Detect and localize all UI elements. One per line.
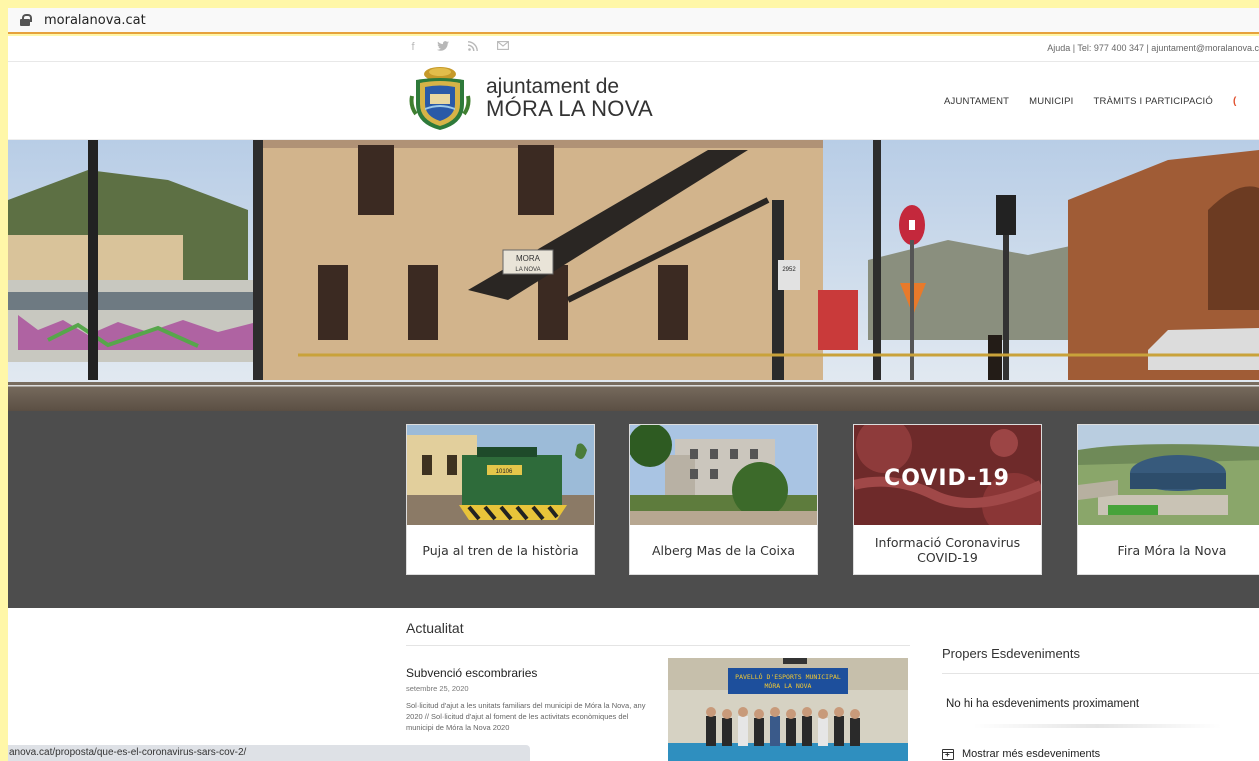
- hero-sign-line-1: MORA: [516, 254, 541, 263]
- events-divider: [972, 724, 1222, 728]
- featured-card-alberg[interactable]: Alberg Mas de la Coixa: [629, 424, 818, 575]
- featured-card-covid[interactable]: COVID-19 Informació Coronavirus COVID-19: [853, 424, 1042, 575]
- site-brand[interactable]: ajuntament de MÓRA LA NOVA: [486, 76, 653, 120]
- nav-municipi[interactable]: MUNICIPI: [1029, 96, 1073, 107]
- browser-address-bar[interactable]: moralanova.cat: [8, 8, 1259, 34]
- featured-section: 10106 Puja al tren de la història Alberg…: [8, 411, 1259, 608]
- lock-icon: [20, 14, 32, 26]
- card-title-train: Puja al tren de la història: [422, 542, 579, 558]
- alberg-thumbnail: [630, 425, 817, 525]
- featured-card-fira[interactable]: Fira Móra la Nova: [1077, 424, 1259, 575]
- hero-banner: MORA LA NOVA 2952: [8, 140, 1259, 411]
- hero-post-number: 2952: [782, 267, 796, 273]
- top-bar: f Ajuda | Tel: 977 400 347 | ajuntament@…: [8, 36, 1259, 62]
- website: f Ajuda | Tel: 977 400 347 | ajuntament@…: [8, 36, 1259, 761]
- post-image[interactable]: PAVELLÓ D'ESPORTS MUNICIPAL MÓRA LA NOVA: [668, 658, 908, 761]
- hero-sign-line-2: LA NOVA: [515, 267, 540, 273]
- nav-tramits[interactable]: TRÀMITS I PARTICIPACIÓ: [1094, 96, 1213, 107]
- brand-line-2: MÓRA LA NOVA: [486, 96, 654, 121]
- rss-icon[interactable]: [466, 41, 480, 54]
- post-title[interactable]: Subvenció escombraries: [406, 666, 537, 680]
- no-events-text: No hi ha esdeveniments proximament: [946, 698, 1140, 710]
- social-links: f: [406, 41, 510, 54]
- facebook-icon[interactable]: f: [406, 41, 420, 54]
- nav-more[interactable]: (: [1233, 96, 1237, 107]
- loco-number: 10106: [496, 469, 513, 475]
- more-events-label: Mostrar més esdeveniments: [962, 748, 1101, 760]
- main-nav: AJUNTAMENT MUNICIPI TRÀMITS I PARTICIPAC…: [944, 96, 1257, 107]
- card-title-covid: Informació Coronavirus COVID-19: [874, 535, 1021, 565]
- site-header: ajuntament de MÓRA LA NOVA AJUNTAMENT MU…: [8, 62, 1259, 140]
- more-events-link[interactable]: Mostrar més esdeveniments: [942, 748, 1100, 760]
- contact-info[interactable]: Ajuda | Tel: 977 400 347 | ajuntament@mo…: [1047, 43, 1259, 53]
- calendar-icon: [942, 748, 954, 760]
- fira-thumbnail: [1078, 425, 1259, 525]
- post-excerpt: Sol·licitud d'ajut a les unitats familia…: [406, 701, 646, 732]
- post-image-banner-line-1: PAVELLÓ D'ESPORTS MUNICIPAL: [735, 672, 841, 681]
- covid-thumbnail: COVID-19: [854, 425, 1041, 525]
- card-title-alberg: Alberg Mas de la Coixa: [651, 542, 796, 558]
- news-heading: Actualitat: [406, 620, 910, 646]
- email-icon[interactable]: [496, 41, 510, 54]
- browser-status-bar: anova.cat/proposta/que-es-el-coronavirus…: [8, 745, 530, 761]
- twitter-icon[interactable]: [436, 41, 450, 54]
- post-image-banner-line-2: MÓRA LA NOVA: [765, 681, 812, 690]
- covid-overlay-text: COVID-19: [884, 466, 1010, 491]
- brand-line-1: ajuntament de: [486, 75, 620, 98]
- post-date: setembre 25, 2020: [406, 684, 469, 693]
- events-heading: Propers Esdeveniments: [942, 646, 1259, 674]
- train-thumbnail: 10106: [407, 425, 594, 525]
- url-text[interactable]: moralanova.cat: [44, 13, 146, 28]
- coat-of-arms-logo[interactable]: [408, 66, 472, 132]
- nav-ajuntament[interactable]: AJUNTAMENT: [944, 96, 1009, 107]
- news-section: Actualitat Subvenció escombraries setemb…: [406, 608, 910, 761]
- featured-card-train[interactable]: 10106 Puja al tren de la història: [406, 424, 595, 575]
- card-title-fira: Fira Móra la Nova: [1117, 542, 1227, 558]
- events-sidebar: Propers Esdeveniments No hi ha esdevenim…: [942, 646, 1259, 760]
